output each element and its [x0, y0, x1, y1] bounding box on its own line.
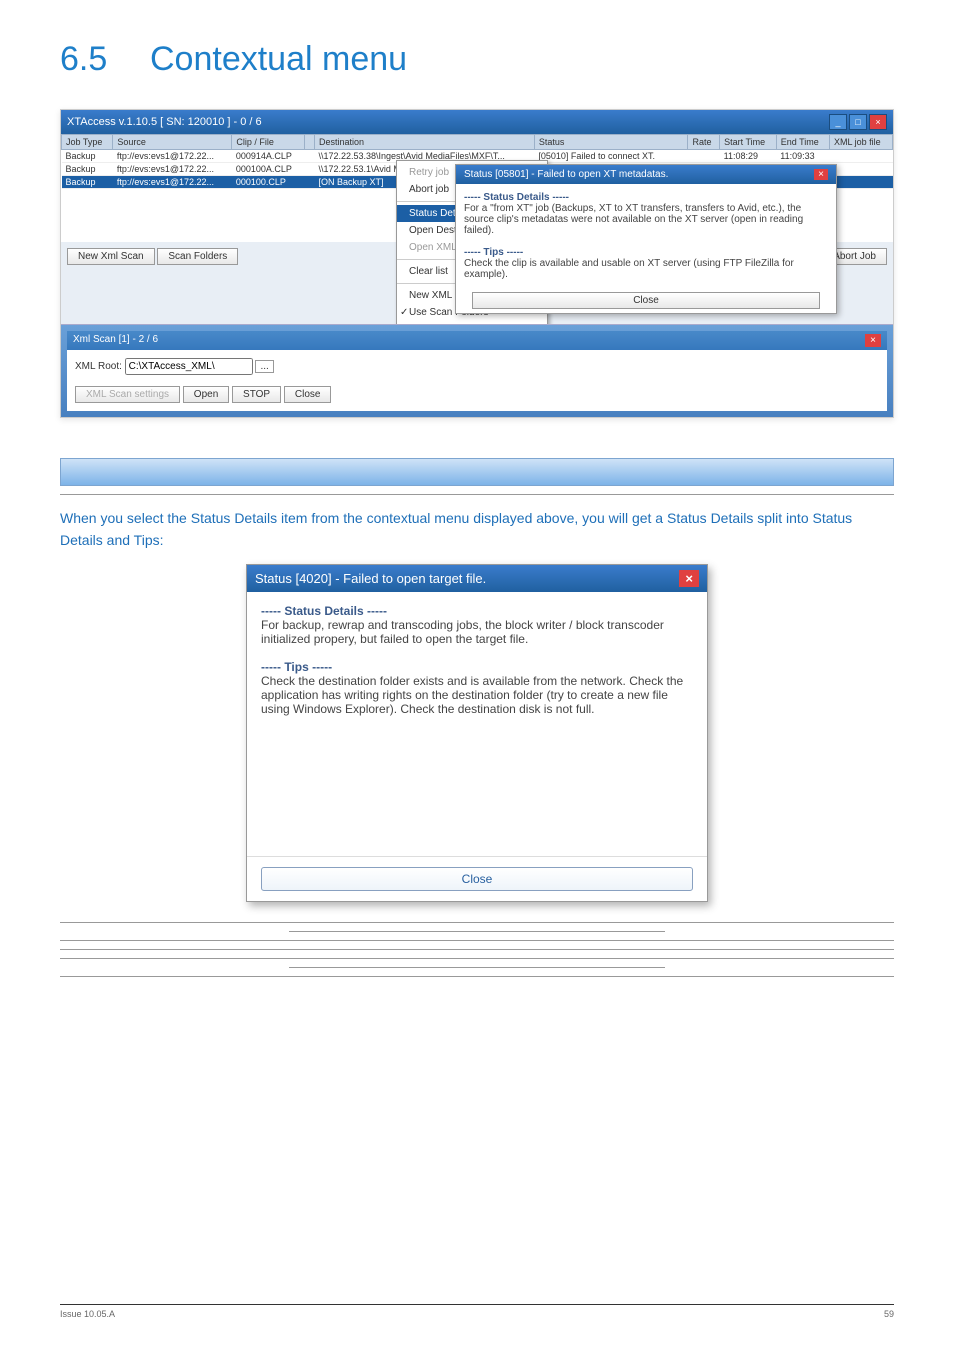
scan-folders-button[interactable]: Scan Folders [157, 248, 238, 265]
xml-settings-button[interactable]: XML Scan settings [75, 386, 180, 403]
footer-page: 59 [884, 1309, 894, 1319]
dialog-close-button[interactable]: Close [261, 867, 694, 891]
table-header: Job Type Source Clip / File Destination … [62, 135, 893, 150]
maximize-icon[interactable]: □ [849, 114, 867, 130]
dialog-tp: Check the destination folder exists and … [261, 674, 693, 716]
window-controls: _ □ × [829, 114, 887, 130]
dialog-tp-head: ----- Tips ----- [261, 660, 693, 674]
footer-issue: Issue 10.05.A [60, 1309, 115, 1319]
close-icon[interactable]: × [869, 114, 887, 130]
tooltip-close-button[interactable]: Close [472, 292, 820, 309]
status-dialog: Status [4020] - Failed to open target fi… [246, 564, 708, 902]
new-xml-scan-button[interactable]: New Xml Scan [67, 248, 155, 265]
dialog-close-icon[interactable]: × [679, 570, 699, 587]
status-tooltip: Status [05801] - Failed to open XT metad… [455, 164, 837, 314]
tooltip-tp: Check the clip is available and usable o… [464, 258, 828, 280]
xml-scan-title: Xml Scan [1] - 2 / 6 [73, 334, 158, 347]
titlebar: XTAccess v.1.10.5 [ SN: 120010 ] - 0 / 6… [61, 110, 893, 134]
tooltip-title: Status [05801] - Failed to open XT metad… [464, 169, 668, 180]
body-paragraph: When you select the Status Details item … [60, 507, 894, 552]
tooltip-tp-head: ----- Tips ----- [464, 247, 828, 258]
subsection-header [60, 458, 894, 486]
tooltip-sd-head: ----- Status Details ----- [464, 192, 828, 203]
xml-scan-close-icon[interactable]: × [865, 334, 881, 347]
tooltip-sd: For a "from XT" job (Backups, XT to XT t… [464, 203, 828, 236]
xml-root-label: XML Root: [75, 361, 122, 372]
xml-root-browse-button[interactable]: ... [255, 360, 273, 373]
xml-scan-panel: Xml Scan [1] - 2 / 6 × XML Root: ... XML … [61, 324, 893, 417]
page-footer: Issue 10.05.A 59 [60, 1304, 894, 1319]
section-title: 6.5Contextual menu [60, 40, 894, 79]
app-screenshot: XTAccess v.1.10.5 [ SN: 120010 ] - 0 / 6… [60, 109, 894, 418]
xml-close-button[interactable]: Close [284, 386, 332, 403]
dialog-sd: For backup, rewrap and transcoding jobs,… [261, 618, 693, 646]
dialog-title: Status [4020] - Failed to open target fi… [255, 571, 486, 586]
xml-root-input[interactable] [125, 358, 253, 375]
title-text: XTAccess v.1.10.5 [ SN: 120010 ] - 0 / 6 [67, 116, 262, 128]
minimize-icon[interactable]: _ [829, 114, 847, 130]
tooltip-close-icon[interactable]: × [814, 169, 828, 180]
dialog-sd-head: ----- Status Details ----- [261, 604, 693, 618]
xml-open-button[interactable]: Open [183, 386, 229, 403]
xml-stop-button[interactable]: STOP [232, 386, 281, 403]
